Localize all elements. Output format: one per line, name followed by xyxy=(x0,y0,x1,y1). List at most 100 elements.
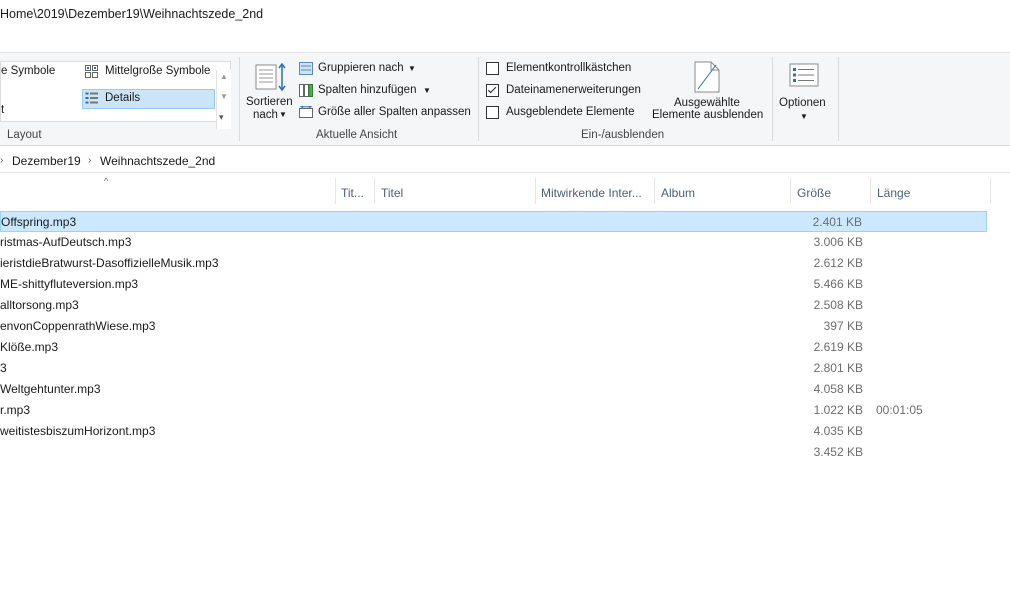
file-size: 397 KB xyxy=(823,319,863,333)
add-columns-button[interactable]: Spalten hinzufügen ▼ xyxy=(299,83,434,99)
file-size: 2.619 KB xyxy=(813,340,863,354)
ribbon-separator xyxy=(478,57,479,141)
column-header-length[interactable]: Länge xyxy=(877,186,910,200)
layout-group-label: Layout xyxy=(7,129,42,141)
file-row[interactable]: Klöße.mp3 2.619 KB xyxy=(0,337,987,358)
file-name: Offspring.mp3 xyxy=(1,215,77,229)
column-divider[interactable] xyxy=(335,178,336,204)
fit-columns-label: Größe aller Spalten anpassen xyxy=(318,106,471,118)
file-row[interactable]: ristmas-AufDeutsch.mp3 3.006 KB xyxy=(0,232,987,253)
sort-icon xyxy=(255,61,287,96)
file-name: Klöße.mp3 xyxy=(0,340,59,354)
column-header-title-short[interactable]: Tit... xyxy=(341,186,364,200)
file-row[interactable]: 3 2.801 KB xyxy=(0,358,987,379)
layout-gallery-scroll[interactable]: ▲ ▼ ▾ xyxy=(216,70,231,129)
file-name: Weltgehtunter.mp3 xyxy=(0,382,101,396)
file-row-selected[interactable]: Offspring.mp3 2.401 KB xyxy=(0,211,987,232)
item-checkboxes-checkbox[interactable] xyxy=(486,62,499,75)
current-view-group-label: Aktuelle Ansicht xyxy=(316,129,398,141)
file-extensions-checkbox[interactable] xyxy=(486,84,499,97)
file-row[interactable]: 3.452 KB xyxy=(0,442,987,463)
sort-label-1: Sortieren xyxy=(246,96,293,108)
layout-details-option[interactable]: Details xyxy=(82,89,215,109)
group-by-icon xyxy=(299,62,313,78)
column-divider[interactable] xyxy=(790,178,791,204)
file-size: 2.508 KB xyxy=(813,298,863,312)
hide-page-icon xyxy=(694,61,720,96)
file-row[interactable]: ME-shittyfluteversion.mp3 5.466 KB xyxy=(0,274,987,295)
column-divider[interactable] xyxy=(654,178,655,204)
file-row[interactable]: r.mp3 1.022 KB 00:01:05 xyxy=(0,400,987,421)
file-length: 00:01:05 xyxy=(876,403,923,417)
file-row[interactable]: Weltgehtunter.mp3 4.058 KB xyxy=(0,379,987,400)
file-row[interactable]: ieristdieBratwurst-DasoffizielleMusik.mp… xyxy=(0,253,987,274)
file-size: 3.006 KB xyxy=(813,235,863,249)
group-by-button[interactable]: Gruppieren nach ▼ xyxy=(299,61,429,77)
medium-icons-icon xyxy=(85,65,99,81)
column-divider[interactable] xyxy=(990,178,991,204)
ribbon-view-tab: e Symbole Mittelgroße Symbole Details t … xyxy=(0,52,1010,146)
scroll-down-icon[interactable]: ▼ xyxy=(220,92,228,101)
column-header-artists[interactable]: Mitwirkende Inter... xyxy=(541,186,642,200)
file-name: r.mp3 xyxy=(0,403,31,417)
show-hide-group-label: Ein-/ausblenden xyxy=(581,129,665,141)
sort-ascending-icon: ^ xyxy=(104,176,109,186)
fit-columns-icon xyxy=(299,105,313,122)
gallery-expand-icon[interactable]: ▾ xyxy=(219,112,224,123)
file-size: 2.401 KB xyxy=(812,215,862,229)
file-name: ristmas-AufDeutsch.mp3 xyxy=(0,235,132,249)
hide-selected-label-2: Elemente ausblenden xyxy=(652,109,764,121)
layout-large-icons[interactable]: e Symbole xyxy=(1,65,55,77)
layout-small-item[interactable]: t xyxy=(1,104,4,116)
file-row[interactable]: alltorsong.mp3 2.508 KB xyxy=(0,295,987,316)
chevron-down-icon: ▼ xyxy=(279,110,287,119)
breadcrumb-item[interactable]: Weihnachtszede_2nd xyxy=(100,154,215,168)
file-size: 3.452 KB xyxy=(813,445,863,459)
ribbon-separator xyxy=(772,57,773,141)
column-header-title[interactable]: Titel xyxy=(381,186,403,200)
layout-details-label: Details xyxy=(105,92,141,104)
file-name: 3 xyxy=(0,361,7,375)
fit-columns-button[interactable]: Größe aller Spalten anpassen xyxy=(299,105,471,121)
chevron-down-icon: ▼ xyxy=(423,86,431,95)
hide-selected-button[interactable]: Ausgewählte Elemente ausblenden xyxy=(650,59,766,125)
window-path: Home\2019\Dezember19\Weihnachtszede_2nd xyxy=(0,7,264,21)
group-by-label: Gruppieren nach xyxy=(318,62,404,74)
add-columns-label: Spalten hinzufügen xyxy=(318,84,417,96)
sort-label-2: nach xyxy=(253,109,278,121)
file-extensions-label: Dateinamenerweiterungen xyxy=(506,84,641,96)
hidden-items-checkbox[interactable] xyxy=(486,106,499,119)
ribbon-separator xyxy=(239,57,240,141)
layout-medium-icons[interactable]: Mittelgroße Symbole xyxy=(105,65,210,77)
add-columns-icon xyxy=(299,84,313,100)
file-size: 1.022 KB xyxy=(813,403,863,417)
item-checkboxes-label: Elementkontrollkästchen xyxy=(506,62,632,74)
column-header-row: ^ Tit... Titel Mitwirkende Inter... Albu… xyxy=(0,174,1010,210)
options-button[interactable]: Optionen ▼ xyxy=(777,59,833,125)
file-size: 4.035 KB xyxy=(813,424,863,438)
column-header-album[interactable]: Album xyxy=(661,186,695,200)
title-bar: Home\2019\Dezember19\Weihnachtszede_2nd xyxy=(0,0,1010,52)
address-bar[interactable]: › Dezember19 › Weihnachtszede_2nd xyxy=(0,150,1010,173)
column-header-size[interactable]: Größe xyxy=(797,186,831,200)
file-size: 2.801 KB xyxy=(813,361,863,375)
hide-selected-label-1: Ausgewählte xyxy=(674,97,740,109)
file-size: 4.058 KB xyxy=(813,382,863,396)
sort-by-button[interactable]: Sortieren nach ▼ xyxy=(246,59,294,123)
layout-gallery: e Symbole Mittelgroße Symbole Details t … xyxy=(0,61,231,129)
file-row[interactable]: weitistesbiszumHorizont.mp3 4.035 KB xyxy=(0,421,987,442)
file-name: ME-shittyfluteversion.mp3 xyxy=(0,277,139,291)
hidden-items-label: Ausgeblendete Elemente xyxy=(506,106,635,118)
file-row[interactable]: envonCoppenrathWiese.mp3 397 KB xyxy=(0,316,987,337)
column-divider[interactable] xyxy=(374,178,375,204)
chevron-right-icon[interactable]: › xyxy=(88,155,91,166)
breadcrumb-item[interactable]: Dezember19 xyxy=(12,154,81,168)
column-divider[interactable] xyxy=(870,178,871,204)
file-name: envonCoppenrathWiese.mp3 xyxy=(0,319,156,333)
options-icon xyxy=(789,63,819,92)
chevron-right-icon: › xyxy=(0,155,4,166)
column-divider[interactable] xyxy=(535,178,536,204)
file-name: alltorsong.mp3 xyxy=(0,298,79,312)
options-label: Optionen xyxy=(779,97,826,109)
scroll-up-icon[interactable]: ▲ xyxy=(220,72,228,81)
